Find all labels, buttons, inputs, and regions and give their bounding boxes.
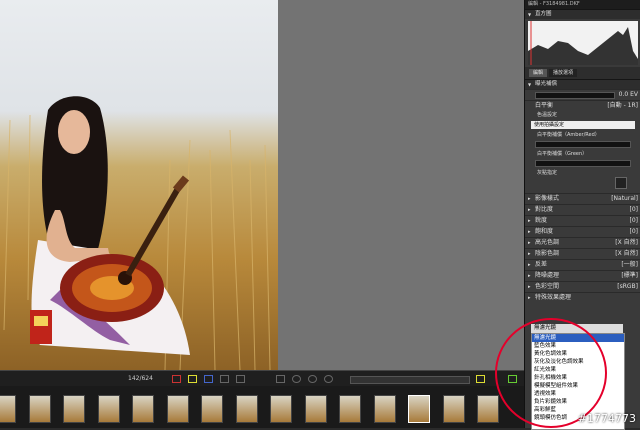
adjustment-value: [標準] [621, 272, 638, 279]
tool-icon-1[interactable] [172, 375, 181, 383]
zoom-icon[interactable] [276, 375, 285, 383]
color-temp-dropdown[interactable]: 使用拍攝設定 [531, 121, 635, 129]
histogram-graph [528, 21, 638, 65]
image-counter: 142/624 [128, 375, 153, 382]
adjustment-label: 高光色調 [535, 239, 560, 246]
filmstrip-thumbnail[interactable] [97, 395, 120, 423]
watermark-text: #1774773 [577, 412, 636, 425]
photo-illustration [3, 96, 271, 370]
grey-point-label[interactable]: 灰點指定 [525, 169, 640, 177]
filmstrip-thumbnail[interactable] [477, 395, 499, 423]
eyedropper-icon[interactable] [615, 177, 627, 189]
adjustment-value: [0] [629, 228, 639, 235]
white-balance-row[interactable]: 白平衡 [自動 - 1R] [525, 100, 640, 111]
filmstrip-thumbnail[interactable] [304, 395, 327, 423]
highlight-warning-icon[interactable] [476, 375, 485, 383]
panel-tabs: 編輯 播放選項 [525, 67, 640, 79]
filmstrip-thumbnail[interactable] [201, 395, 223, 423]
panel-title: 編輯 - F3184981.DKF [525, 0, 640, 9]
filmstrip-thumbnail[interactable] [270, 395, 292, 423]
exposure-slider[interactable] [535, 92, 615, 99]
adjustment-value: [0] [629, 217, 639, 224]
tool-icon-5[interactable] [236, 375, 245, 383]
zoom-fit-icon[interactable] [292, 375, 301, 383]
white-balance-value: [自動 - 1R] [607, 102, 638, 109]
bottom-toolbar: 142/624 [0, 370, 524, 387]
zoom-200-icon[interactable] [324, 375, 333, 383]
tool-icon-2[interactable] [188, 375, 197, 383]
adjustment-label: 反差 [535, 261, 548, 268]
adjustment-row[interactable]: 降噪處理 [標準] [525, 270, 640, 281]
adjustment-row[interactable]: 對比度 [0] [525, 204, 640, 215]
histogram-section-header[interactable]: 直方圖 [525, 9, 640, 19]
filmstrip-thumbnail[interactable] [339, 395, 361, 423]
adjustment-value: [Natural] [611, 195, 638, 202]
filmstrip-thumbnail[interactable] [408, 395, 430, 423]
filmstrip-thumbnail[interactable] [63, 395, 85, 423]
adjustment-row[interactable]: 特殊效果處理 [525, 292, 640, 303]
filmstrip-thumbnail[interactable] [235, 395, 258, 423]
adjustment-row[interactable]: 高光色調 [X 自然] [525, 237, 640, 248]
adjustment-row[interactable]: 陰影色調 [X 自然] [525, 248, 640, 259]
filmstrip-thumbnail[interactable] [0, 395, 16, 423]
adjustment-value: [0] [629, 206, 639, 213]
adjustment-label: 色彩空間 [535, 283, 560, 290]
adjustment-value: [X 自然] [615, 239, 638, 246]
tool-icon-3[interactable] [204, 375, 213, 383]
tool-icon-4[interactable] [220, 375, 229, 383]
filmstrip-thumbnail[interactable] [28, 395, 51, 423]
exposure-section-header[interactable]: 曝光補償 [525, 79, 640, 89]
wb-green-label: 白平衡補償（Green） [537, 151, 588, 157]
histogram [528, 21, 638, 65]
adjustment-label: 影像樣式 [535, 195, 560, 202]
adjustment-label: 陰影色調 [535, 250, 560, 257]
adjustment-row[interactable]: 銳度 [0] [525, 215, 640, 226]
zoom-100-icon[interactable] [308, 375, 317, 383]
filmstrip [0, 386, 524, 428]
adjustment-row[interactable]: 影像樣式 [Natural] [525, 193, 640, 204]
filmstrip-thumbnail[interactable] [442, 395, 465, 423]
exposure-row: 0.0 EV [525, 89, 640, 100]
adjustment-row[interactable]: 飽和度 [0] [525, 226, 640, 237]
adjustment-label: 特殊效果處理 [535, 294, 572, 301]
tab-playback-options[interactable]: 播放選項 [549, 69, 578, 77]
white-balance-label: 白平衡 [535, 102, 554, 109]
adjustment-value: [sRGB] [617, 283, 638, 290]
wb-green-slider[interactable] [535, 160, 631, 167]
photo-preview[interactable] [0, 0, 278, 370]
adjustment-label: 對比度 [535, 206, 554, 213]
filmstrip-thumbnail[interactable] [166, 395, 189, 423]
tab-edit[interactable]: 編輯 [529, 69, 548, 77]
adjustment-value: [X 自然] [615, 250, 638, 257]
color-temp-label[interactable]: 色溫設定 [525, 111, 640, 119]
adjustment-label: 降噪處理 [535, 272, 560, 279]
exposure-value: 0.0 EV [618, 91, 638, 98]
adjustment-label: 銳度 [535, 217, 548, 224]
adjustment-rows: 影像樣式 [Natural] 對比度 [0] 銳度 [0] 飽和度 [0] 高光色調 [X 自然]… [525, 193, 640, 303]
adjustment-row[interactable]: 色彩空間 [sRGB] [525, 281, 640, 292]
wb-amber-slider[interactable] [535, 141, 631, 148]
wb-amber-label: 白平衡補償（Amber/Red） [537, 132, 600, 138]
filmstrip-thumbnail[interactable] [373, 395, 396, 423]
preview-canvas[interactable] [0, 0, 524, 370]
eyedropper-area [525, 177, 640, 193]
adjustment-row[interactable]: 反差 [一般] [525, 259, 640, 270]
adjustment-label: 飽和度 [535, 228, 554, 235]
filmstrip-thumbnail[interactable] [132, 395, 154, 423]
filename-field[interactable] [350, 376, 470, 384]
adjustment-value: [一般] [621, 261, 638, 268]
